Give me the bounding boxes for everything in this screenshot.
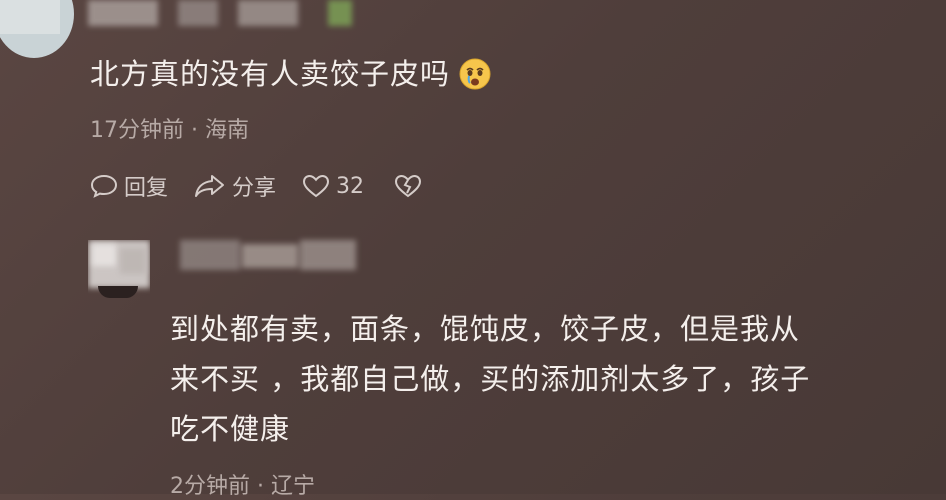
avatar[interactable] — [88, 240, 150, 300]
comment-meta: 17分钟前 · 海南 — [90, 118, 249, 143]
broken-heart-icon — [394, 174, 422, 198]
comment-text-line: 来不买 ，我都自己做，买的添加剂太多了，孩子 — [170, 362, 811, 396]
avatar[interactable] — [0, 0, 74, 60]
comment-meta: 2分钟前 · 辽宁 — [170, 474, 315, 499]
like-count: 32 — [336, 173, 365, 199]
reply-button[interactable]: 回复 — [90, 170, 168, 202]
crying-face-icon — [458, 57, 492, 91]
share-label: 分享 — [232, 176, 277, 201]
share-button[interactable]: 分享 — [194, 170, 276, 202]
comment-2: 到处都有卖，面条，馄饨皮，饺子皮，但是我从 来不买 ，我都自己做，买的添加剂太多… — [170, 304, 930, 454]
share-icon — [194, 173, 226, 199]
dislike-button[interactable] — [394, 174, 422, 198]
heart-icon — [302, 174, 330, 198]
comment-actions: 回复 分享 32 — [90, 170, 422, 202]
comment-text-line: 到处都有卖，面条，馄饨皮，饺子皮，但是我从 — [170, 312, 801, 346]
reply-label: 回复 — [124, 176, 169, 201]
username-blurred[interactable] — [180, 240, 360, 274]
username-blurred[interactable] — [88, 0, 368, 28]
comment-text-line: 吃不健康 — [170, 412, 291, 446]
reply-icon — [90, 173, 118, 199]
comment-text: 北方真的没有人卖饺子皮吗 — [90, 57, 451, 91]
like-button[interactable]: 32 — [302, 174, 364, 199]
comment-1: 北方真的没有人卖饺子皮吗 — [90, 50, 492, 98]
